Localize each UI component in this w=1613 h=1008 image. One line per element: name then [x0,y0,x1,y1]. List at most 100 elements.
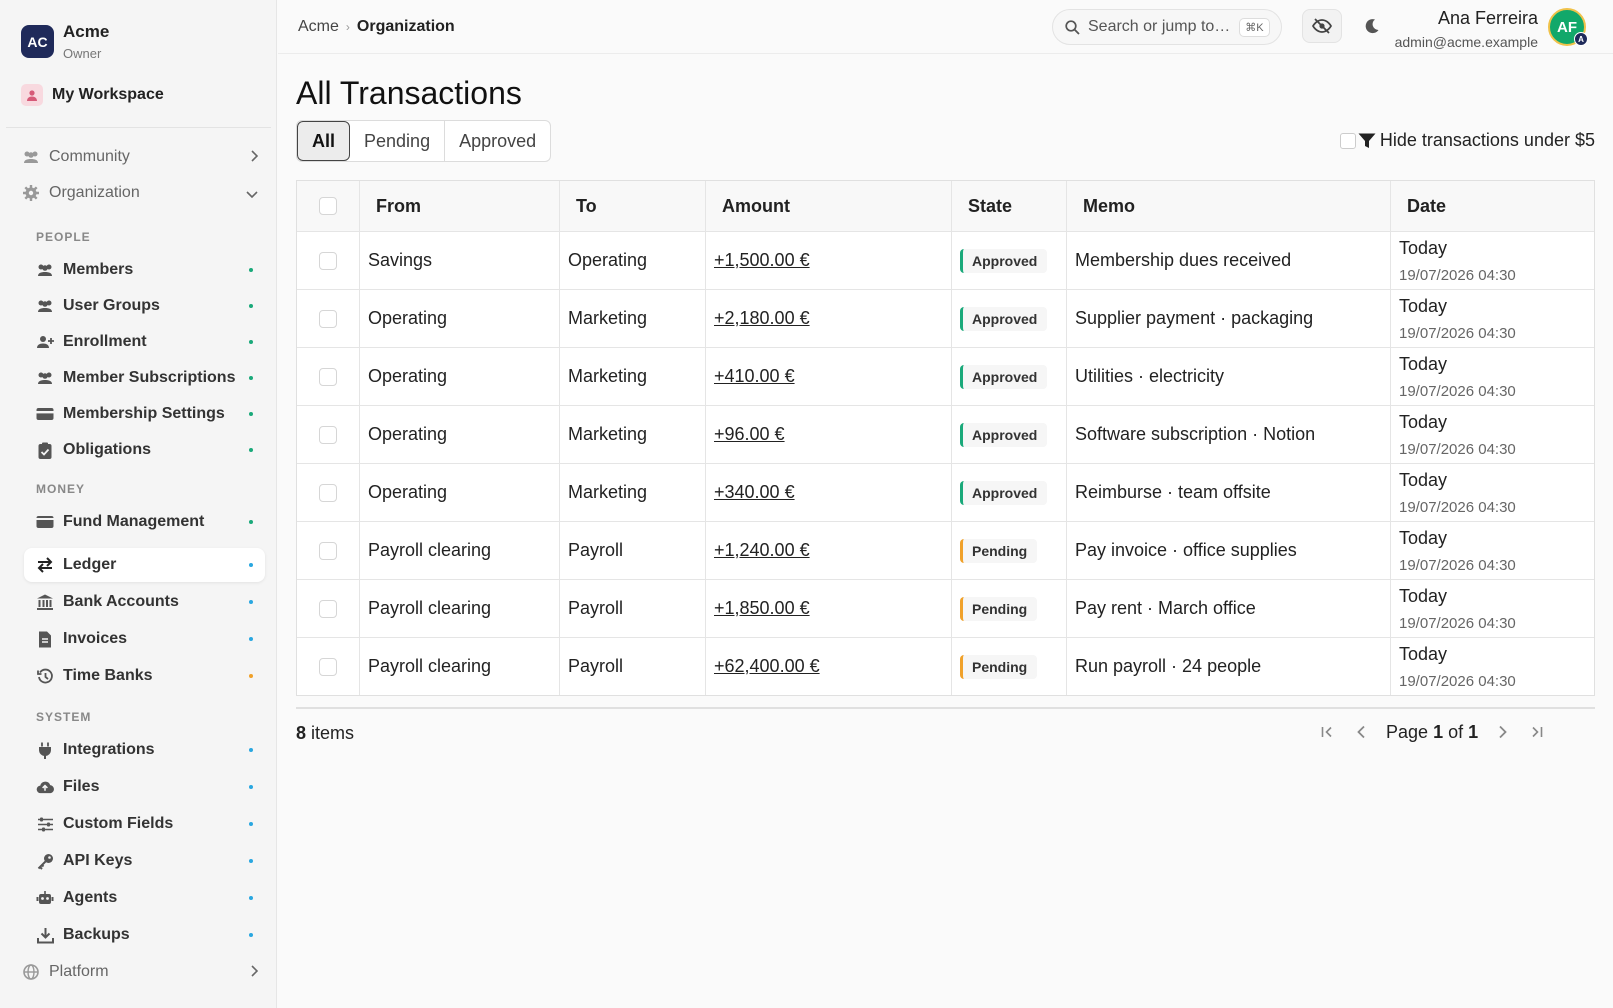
status-dot [249,412,253,416]
table-row[interactable]: Operating Marketing +340.00 € Approved R… [297,463,1594,521]
sidebar-group-community[interactable]: Community [22,142,259,172]
table-row[interactable]: Payroll clearing Payroll +1,850.00 € Pen… [297,579,1594,637]
of-word: of [1448,721,1464,742]
row-checkbox[interactable] [319,599,337,618]
user-info[interactable]: Ana Ferreira admin@acme.example [1395,8,1538,50]
cell-memo: Pay rent · March office [1067,580,1391,637]
amount-link[interactable]: +410.00 € [714,366,795,387]
amount-link[interactable]: +340.00 € [714,482,795,503]
table-header-row: From To Amount State Memo Date [297,181,1594,231]
sidebar-item-fund-management[interactable]: Fund Management [24,505,265,539]
column-header-memo[interactable]: Memo [1067,181,1391,231]
tab-approved[interactable]: Approved [445,121,550,161]
previous-page-button[interactable] [1344,725,1378,739]
table-row[interactable]: Operating Marketing +96.00 € Approved So… [297,405,1594,463]
table-row[interactable]: Payroll clearing Payroll +62,400.00 € Pe… [297,637,1594,695]
first-page-button[interactable] [1310,726,1344,738]
status-badge: Approved [960,422,1048,447]
row-checkbox[interactable] [319,309,337,328]
cell-to: Marketing [560,406,706,463]
status-dot [249,637,253,641]
sidebar-group-platform[interactable]: Platform [22,957,259,987]
cell-to: Marketing [560,290,706,347]
sidebar-item-api-keys[interactable]: API Keys [24,844,265,878]
avatar-role-badge: A [1574,32,1588,46]
amount-link[interactable]: +1,850.00 € [714,598,810,619]
my-workspace-label: My Workspace [52,86,164,103]
hide-small-checkbox[interactable] [1339,132,1356,149]
sidebar-item-backups[interactable]: Backups [24,918,265,952]
cell-date-relative: Today [1399,585,1448,606]
avatar[interactable]: AF A [1548,8,1588,46]
row-checkbox[interactable] [319,251,337,270]
search-input[interactable]: Search or jump to… ⌘K [1052,9,1282,45]
sidebar-item-enrollment[interactable]: Enrollment [24,325,265,359]
next-page-button[interactable] [1486,725,1520,739]
cell-memo: Pay invoice · office supplies [1067,522,1391,579]
hide-small-transactions-toggle[interactable]: Hide transactions under $5 [1339,130,1595,151]
sidebar-item-ledger[interactable]: Ledger [24,548,265,582]
amount-link[interactable]: +62,400.00 € [714,656,820,677]
cell-date-absolute: 19/07/2026 04:30 [1399,440,1516,458]
cell-from: Operating [360,290,560,347]
column-header-to[interactable]: To [560,181,706,231]
column-header-from[interactable]: From [360,181,560,231]
status-dot [249,748,253,752]
row-checkbox[interactable] [319,483,337,502]
sidebar-group-organization[interactable]: Organization [22,178,258,208]
sidebar-item-time-banks[interactable]: Time Banks [24,659,265,693]
user-icon [21,84,43,106]
row-checkbox[interactable] [319,657,337,676]
sidebar-item-label: Integrations [63,741,155,758]
sliders-icon [36,815,54,833]
table-row[interactable]: Payroll clearing Payroll +1,240.00 € Pen… [297,521,1594,579]
amount-link[interactable]: +96.00 € [714,424,785,445]
my-workspace-link[interactable]: My Workspace [21,84,164,106]
items-count: 8 items [296,723,354,744]
org-switcher[interactable]: AC Acme Owner [21,22,109,61]
amount-link[interactable]: +2,180.00 € [714,308,810,329]
sidebar-item-files[interactable]: Files [24,770,265,804]
amount-link[interactable]: +1,500.00 € [714,250,810,271]
cell-memo: Utilities · electricity [1067,348,1391,405]
cell-date-absolute: 19/07/2026 04:30 [1399,382,1516,400]
sidebar-item-user-groups[interactable]: User Groups [24,289,265,323]
sidebar-item-members[interactable]: Members [24,253,265,287]
sidebar-item-member-subscriptions[interactable]: Member Subscriptions [24,361,265,395]
select-all-checkbox[interactable] [319,197,337,215]
sidebar-item-label: Files [63,778,100,795]
sidebar-divider [6,127,271,128]
column-header-state[interactable]: State [952,181,1067,231]
sidebar-item-membership-settings[interactable]: Membership Settings [24,397,265,431]
last-page-button[interactable] [1520,726,1554,738]
status-dot [249,896,253,900]
row-checkbox[interactable] [319,367,337,386]
status-dot [249,340,253,344]
tab-pending[interactable]: Pending [350,121,446,161]
amount-link[interactable]: +1,240.00 € [714,540,810,561]
sidebar-item-custom-fields[interactable]: Custom Fields [24,807,265,841]
sidebar-item-label: Obligations [63,441,151,458]
sidebar-item-agents[interactable]: Agents [24,881,265,915]
theme-toggle-button[interactable] [1352,9,1392,43]
key-icon [36,852,54,870]
tab-all[interactable]: All [297,121,351,161]
column-header-amount[interactable]: Amount [706,181,952,231]
table-row[interactable]: Operating Marketing +2,180.00 € Approved… [297,289,1594,347]
row-checkbox[interactable] [319,541,337,560]
sidebar-item-bank-accounts[interactable]: Bank Accounts [24,585,265,619]
chevron-left-icon [1357,725,1365,739]
table-row[interactable]: Savings Operating +1,500.00 € Approved M… [297,231,1594,289]
hide-amounts-button[interactable] [1302,9,1342,43]
status-dot [249,376,253,380]
sidebar-item-obligations[interactable]: Obligations [24,433,265,467]
top-bar: Acme › Organization Search or jump to… ⌘… [278,0,1613,54]
breadcrumb-root[interactable]: Acme [298,18,339,36]
sidebar-item-invoices[interactable]: Invoices [24,622,265,656]
sidebar-item-integrations[interactable]: Integrations [24,733,265,767]
user-plus-icon [36,333,54,351]
column-header-date[interactable]: Date [1391,181,1594,231]
row-checkbox[interactable] [319,425,337,444]
sidebar: AC Acme Owner My Workspace Community Org… [0,0,277,1008]
table-row[interactable]: Operating Marketing +410.00 € Approved U… [297,347,1594,405]
